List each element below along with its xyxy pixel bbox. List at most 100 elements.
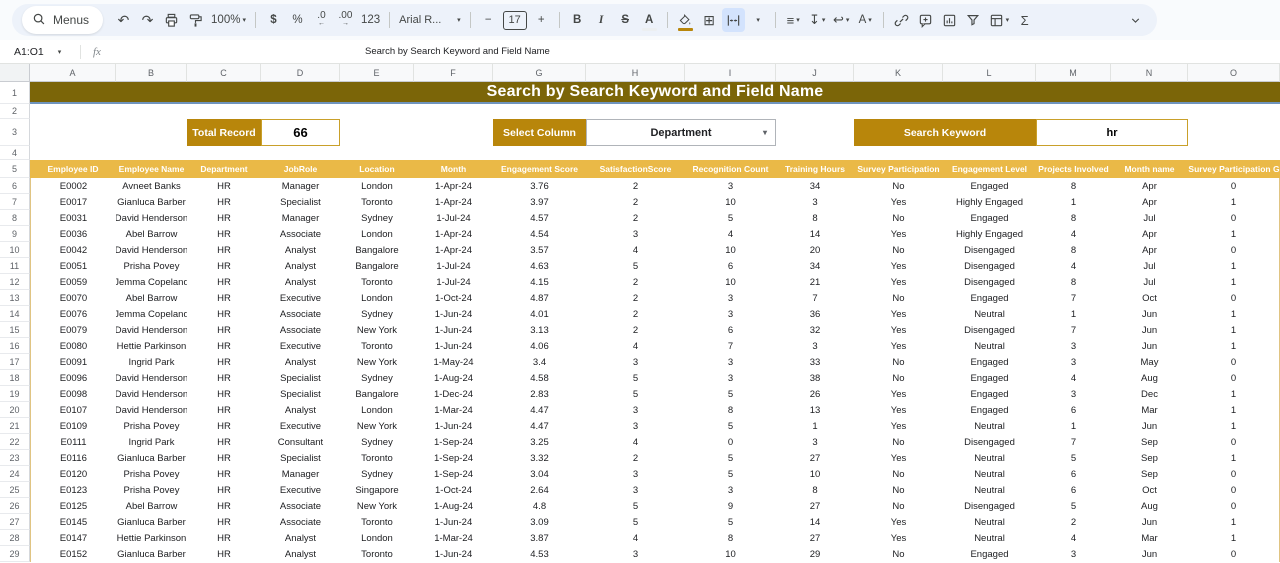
cell[interactable]: 5	[586, 386, 685, 402]
cell[interactable]: David Henderson	[116, 370, 187, 386]
cell[interactable]: 13	[776, 402, 854, 418]
cell[interactable]: E0036	[30, 226, 116, 242]
table-column-header[interactable]: SatisfactionScore	[586, 160, 685, 178]
cell[interactable]: 3	[685, 482, 776, 498]
cell[interactable]: Abel Barrow	[116, 498, 187, 514]
cell[interactable]: No	[854, 498, 943, 514]
cell[interactable]: Ingrid Park	[116, 354, 187, 370]
cell[interactable]: Sep	[1111, 434, 1188, 450]
cell[interactable]: 7	[1036, 434, 1111, 450]
cell[interactable]: 1	[1188, 338, 1280, 354]
cell[interactable]: E0042	[30, 242, 116, 258]
cell[interactable]: 27	[776, 498, 854, 514]
cell[interactable]: 4.47	[493, 402, 586, 418]
format-percent-button[interactable]: %	[286, 8, 309, 32]
row-number[interactable]: 23	[0, 450, 30, 466]
cell[interactable]: No	[854, 354, 943, 370]
cell[interactable]: E0123	[30, 482, 116, 498]
cell[interactable]: Disengaged	[943, 242, 1036, 258]
italic-button[interactable]: I	[590, 8, 613, 32]
cell[interactable]: Engaged	[943, 402, 1036, 418]
cell[interactable]: 5	[685, 210, 776, 226]
cell[interactable]: Analyst	[261, 354, 340, 370]
cell[interactable]: Yes	[854, 258, 943, 274]
table-column-header[interactable]: Department	[187, 160, 261, 178]
cell[interactable]: Apr	[1111, 242, 1188, 258]
strikethrough-button[interactable]: S	[614, 8, 637, 32]
cell[interactable]: 2	[586, 290, 685, 306]
table-column-header[interactable]: Employee ID	[30, 160, 116, 178]
fill-color-button[interactable]	[674, 8, 697, 32]
cell[interactable]: Specialist	[261, 370, 340, 386]
cell[interactable]: 4	[586, 434, 685, 450]
cell[interactable]: HR	[187, 402, 261, 418]
cell[interactable]: 1-Dec-24	[414, 386, 493, 402]
cell[interactable]: Associate	[261, 226, 340, 242]
cell[interactable]: London	[340, 402, 414, 418]
cell[interactable]: 0	[1188, 466, 1280, 482]
cell[interactable]: HR	[187, 466, 261, 482]
cell[interactable]: 32	[776, 322, 854, 338]
name-box[interactable]: A1:O1 ▾	[0, 46, 78, 58]
cell[interactable]: 4.8	[493, 498, 586, 514]
insert-chart-button[interactable]	[938, 8, 961, 32]
cell[interactable]: 6	[685, 258, 776, 274]
decrease-font-size-button[interactable]: −	[477, 8, 500, 32]
cell[interactable]: E0111	[30, 434, 116, 450]
cell[interactable]: E0120	[30, 466, 116, 482]
cell[interactable]: HR	[187, 530, 261, 546]
cell[interactable]: E0098	[30, 386, 116, 402]
cell[interactable]: No	[854, 370, 943, 386]
table-column-header[interactable]: Projects Involved	[1036, 160, 1111, 178]
cell[interactable]: May	[1111, 354, 1188, 370]
row-number[interactable]: 29	[0, 546, 30, 562]
cell[interactable]: 5	[685, 386, 776, 402]
cell[interactable]: Jun	[1111, 514, 1188, 530]
cell[interactable]: 2	[586, 178, 685, 194]
cell[interactable]: 1-Jul-24	[414, 210, 493, 226]
cell[interactable]: London	[340, 226, 414, 242]
row-number[interactable]: 22	[0, 434, 30, 450]
cell[interactable]: Hettie Parkinson	[116, 338, 187, 354]
cell[interactable]: 2	[586, 194, 685, 210]
cell[interactable]: 3	[586, 418, 685, 434]
cell[interactable]: HR	[187, 482, 261, 498]
cell[interactable]: Analyst	[261, 274, 340, 290]
cell[interactable]: 10	[685, 546, 776, 562]
cell[interactable]: 3	[685, 306, 776, 322]
cell[interactable]: 4	[586, 530, 685, 546]
insert-comment-button[interactable]	[914, 8, 937, 32]
cell[interactable]: 10	[685, 242, 776, 258]
cell[interactable]: Consultant	[261, 434, 340, 450]
cell[interactable]: Associate	[261, 322, 340, 338]
cell[interactable]: 8	[685, 402, 776, 418]
row-number[interactable]: 16	[0, 338, 30, 354]
cell[interactable]: Prisha Povey	[116, 466, 187, 482]
cell[interactable]: 4	[685, 226, 776, 242]
cell[interactable]: 3.97	[493, 194, 586, 210]
cell[interactable]: Yes	[854, 322, 943, 338]
cell[interactable]: Yes	[854, 402, 943, 418]
cell[interactable]: E0080	[30, 338, 116, 354]
cell[interactable]: Disengaged	[943, 258, 1036, 274]
cell[interactable]: David Henderson	[116, 386, 187, 402]
cell[interactable]: Jun	[1111, 418, 1188, 434]
empty-cells[interactable]	[340, 119, 493, 146]
cell[interactable]: 3	[776, 338, 854, 354]
cell[interactable]: David Henderson	[116, 242, 187, 258]
cell[interactable]: HR	[187, 434, 261, 450]
table-column-header[interactable]: Engagement Level	[943, 160, 1036, 178]
cell[interactable]: 2.64	[493, 482, 586, 498]
row-number[interactable]: 10	[0, 242, 30, 258]
cell[interactable]: 4	[586, 338, 685, 354]
cell[interactable]: No	[854, 210, 943, 226]
cell[interactable]: HR	[187, 546, 261, 562]
cell[interactable]: 5	[586, 258, 685, 274]
cell[interactable]: Executive	[261, 338, 340, 354]
search-keyword-input[interactable]: hr	[1036, 119, 1188, 146]
cell[interactable]: E0070	[30, 290, 116, 306]
cell[interactable]: 3.25	[493, 434, 586, 450]
column-header-m[interactable]: M	[1036, 64, 1111, 82]
cell[interactable]: E0031	[30, 210, 116, 226]
text-wrap-button[interactable]: ↩ ▾	[830, 8, 853, 32]
